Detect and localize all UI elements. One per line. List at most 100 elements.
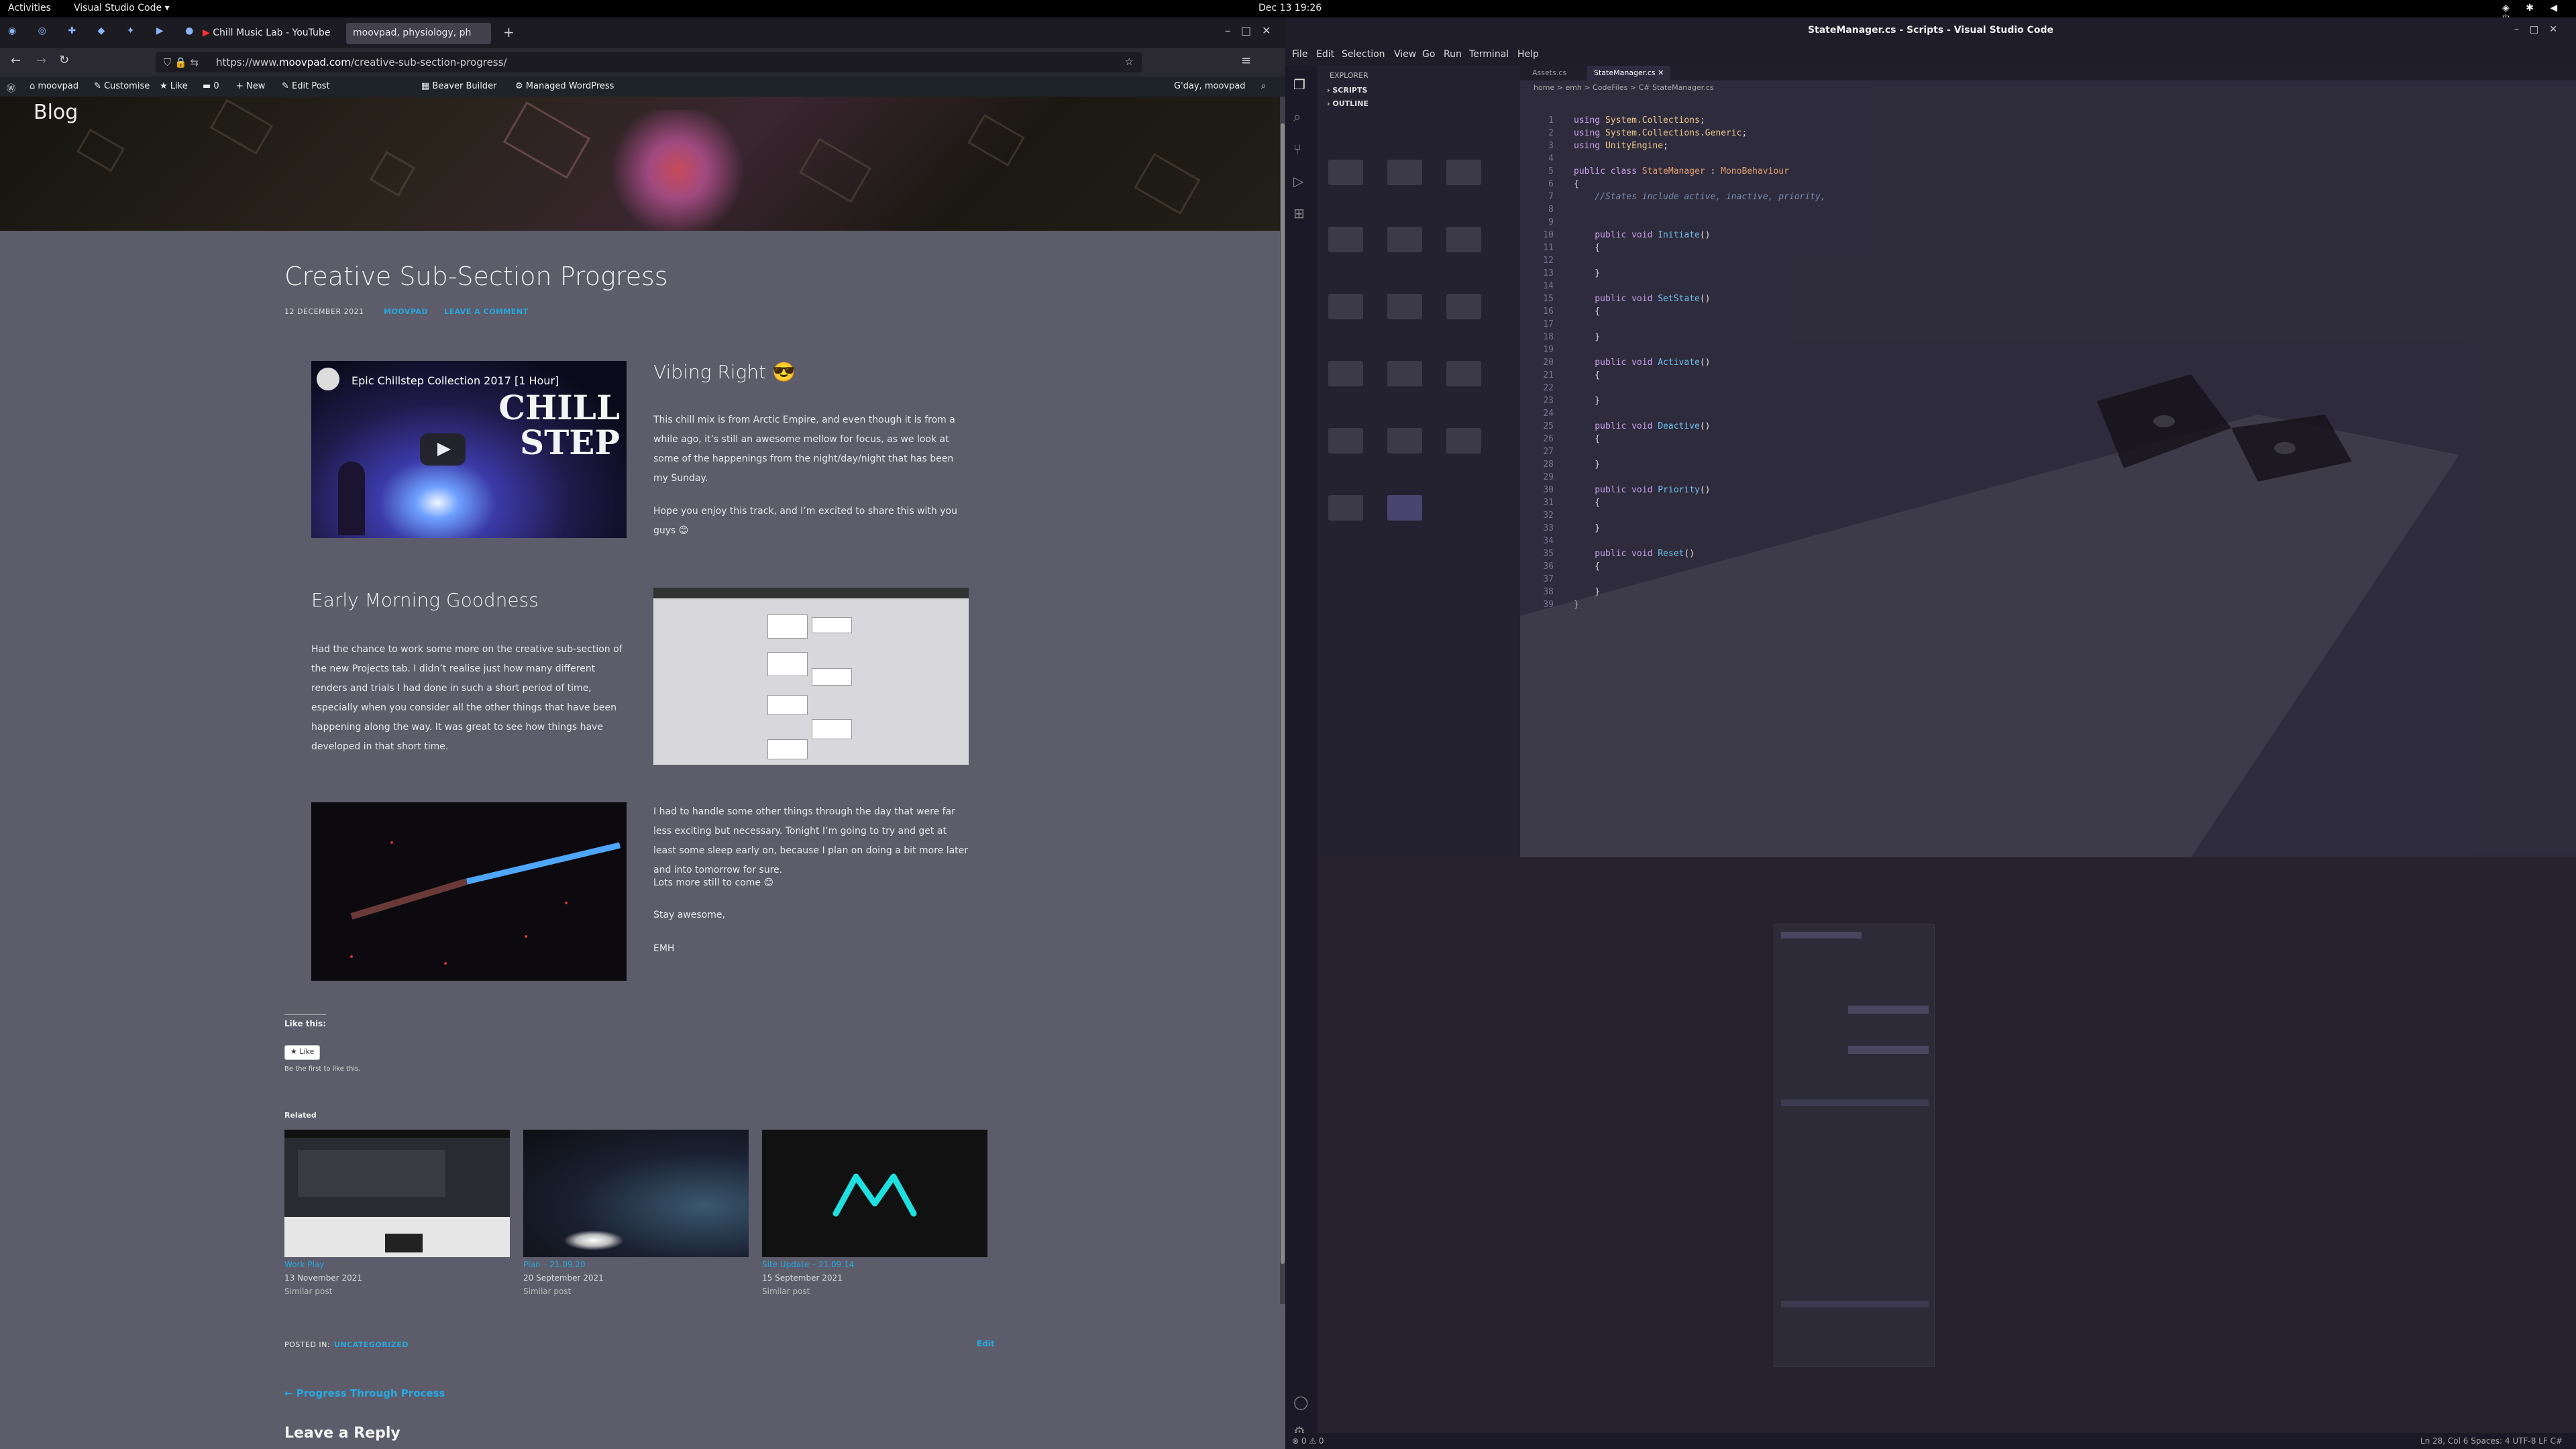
wordpress-admin-bar: Ⓦ ⌂ moovpad ✎ Customise ★ Like ▬ 0 + New…: [0, 76, 1285, 97]
post-content: Creative Sub-Section Progress 12 DECEMBE…: [0, 231, 1285, 1449]
wp-new-link[interactable]: + New: [236, 81, 265, 91]
related-sub-1: Similar post: [284, 1287, 333, 1296]
tab-label: moovpad, physiology, ph: [353, 28, 472, 38]
related-thumb-2[interactable]: [523, 1130, 749, 1257]
signature: EMH: [653, 943, 675, 954]
leave-comment-link[interactable]: LEAVE A COMMENT: [444, 307, 529, 316]
new-tab-button[interactable]: +: [503, 24, 515, 40]
url-bar[interactable]: ⛉ 🔒 ⇆ https://www.moovpad.com/creative-s…: [156, 52, 1142, 72]
explorer-panel: EXPLORER › SCRIPTS › OUTLINE: [1318, 66, 1520, 857]
posted-in-label: POSTED IN:: [284, 1340, 331, 1349]
back-icon[interactable]: ←: [11, 54, 21, 68]
lightsaber-render-image[interactable]: [311, 802, 627, 981]
menu-edit[interactable]: Edit: [1316, 49, 1334, 60]
wp-edit-post-link[interactable]: ✎ Edit Post: [282, 81, 330, 91]
bookmark-star-icon[interactable]: ☆: [1125, 56, 1134, 68]
post-title: Creative Sub-Section Progress: [284, 262, 668, 291]
run-debug-icon[interactable]: ▷: [1293, 173, 1303, 189]
source-control-icon[interactable]: ⑂: [1293, 141, 1301, 157]
browser-scrollbar[interactable]: [1280, 97, 1285, 1304]
clock[interactable]: Dec 13 19:26: [1258, 3, 1322, 13]
related-title-2[interactable]: Plan – 21.09.20: [523, 1260, 586, 1269]
code-editor[interactable]: Assets.cs StateManager.cs ✕ home > emh >…: [1520, 66, 2576, 857]
url-host: moovpad.com: [278, 56, 351, 68]
menu-file[interactable]: File: [1292, 49, 1307, 60]
section1-paragraph-2: Hope you enjoy this track, and I’m excit…: [653, 506, 957, 536]
blog-title[interactable]: Blog: [34, 101, 78, 124]
url-path: /creative-sub-section-progress/: [350, 56, 507, 68]
video-art-text: CHILL STEP: [498, 388, 620, 462]
related-date-1: 13 November 2021: [284, 1273, 362, 1283]
menu-go[interactable]: Go: [1422, 49, 1435, 60]
menu-run[interactable]: Run: [1444, 49, 1462, 60]
app-menu[interactable]: Visual Studio Code ▾: [74, 3, 170, 13]
wp-like-link[interactable]: ★ Like: [160, 81, 188, 91]
url-prefix: https://www.: [216, 56, 279, 68]
menu-selection[interactable]: Selection: [1342, 49, 1385, 60]
wordpress-icon[interactable]: Ⓦ: [7, 81, 15, 94]
astronaut-figure: [338, 462, 365, 535]
wp-managed-link[interactable]: ⚙ Managed WordPress: [515, 81, 614, 91]
play-button[interactable]: [420, 433, 466, 466]
menu-icon[interactable]: ≡: [1241, 54, 1251, 68]
site-header-banner: Blog: [0, 97, 1285, 231]
system-top-bar: Activities Visual Studio Code ▾ Dec 13 1…: [0, 0, 2576, 24]
scripts-section[interactable]: › SCRIPTS: [1327, 86, 1367, 95]
cursor-position-status[interactable]: Ln 28, Col 6 Spaces: 4 UTF-8 LF C#: [2420, 1436, 2563, 1446]
activities-button[interactable]: Activities: [8, 3, 51, 13]
wp-greeting[interactable]: G'day, moovpad: [1174, 81, 1246, 91]
section1-paragraph: This chill mix is from Arctic Empire, an…: [653, 415, 955, 484]
posted-in-category-link[interactable]: UNCATEGORIZED: [334, 1340, 409, 1349]
youtube-video-embed[interactable]: Epic Chillstep Collection 2017 [1 Hour] …: [311, 361, 627, 538]
vscode-window: StateManager.cs - Scripts - Visual Studi…: [1285, 17, 2576, 1449]
window-controls[interactable]: –□✕: [1225, 24, 1282, 37]
unity-inspector-panel: [1318, 857, 2576, 1448]
browser-nav-bar: ← → ↻ ⛉ 🔒 ⇆ https://www.moovpad.com/crea…: [0, 48, 1285, 76]
search-icon[interactable]: ⌕: [1293, 109, 1301, 125]
forward-icon[interactable]: →: [36, 54, 46, 68]
tab-youtube[interactable]: ▶ Chill Music Lab - YouTube: [196, 23, 338, 44]
wp-beaver-builder-link[interactable]: ▦ Beaver Builder: [421, 81, 496, 91]
related-thumb-1[interactable]: [284, 1130, 510, 1257]
vscode-menu-bar: File Edit Selection View Go Run Terminal…: [1285, 44, 2576, 66]
tab-moovpad[interactable]: moovpad, physiology, ph: [346, 23, 491, 44]
related-thumb-3[interactable]: [762, 1130, 987, 1257]
related-sub-2: Similar post: [523, 1287, 572, 1296]
vscode-title-bar: StateManager.cs - Scripts - Visual Studi…: [1285, 17, 2576, 44]
section-heading-vibing: Vibing Right 😎: [653, 361, 796, 383]
window-title: StateManager.cs - Scripts - Visual Studi…: [1807, 25, 2054, 36]
post-date: 12 DECEMBER 2021: [284, 307, 364, 316]
explorer-label: EXPLORER: [1330, 71, 1368, 80]
edit-link[interactable]: Edit: [977, 1339, 995, 1348]
related-title-1[interactable]: Work Play: [284, 1260, 324, 1269]
tab-label: Chill Music Lab - YouTube: [213, 28, 331, 38]
projects-tab-screenshot[interactable]: [653, 588, 969, 765]
problems-indicator[interactable]: ⊗ 0 ⚠ 0: [1292, 1436, 1324, 1446]
wp-site-link[interactable]: ⌂ moovpad: [30, 81, 78, 91]
wp-comments-link[interactable]: ▬ 0: [203, 81, 219, 91]
like-button[interactable]: ★ Like: [284, 1045, 321, 1060]
vscode-window-controls[interactable]: –□✕: [2514, 24, 2568, 35]
extensions-icon[interactable]: ⊞: [1293, 205, 1305, 221]
pinned-tabs-icons[interactable]: ◉ ◎ ✚ ◆ ✦ ▶ ●: [8, 25, 203, 36]
leave-reply-heading: Leave a Reply: [284, 1425, 400, 1442]
related-heading: Related: [284, 1111, 317, 1120]
menu-help[interactable]: Help: [1517, 49, 1539, 60]
render-svg: [350, 841, 621, 965]
explorer-icon[interactable]: ❐: [1293, 76, 1305, 93]
video-title[interactable]: Epic Chillstep Collection 2017 [1 Hour]: [352, 374, 559, 387]
wp-search-icon[interactable]: ⌕: [1261, 81, 1266, 91]
section3-paragraph: I had to handle some other things throug…: [653, 806, 969, 875]
menu-terminal[interactable]: Terminal: [1469, 49, 1509, 60]
related-title-3[interactable]: Site Update – 21.09.14: [762, 1260, 854, 1269]
account-icon[interactable]: ◯: [1293, 1394, 1308, 1410]
reload-icon[interactable]: ↻: [59, 53, 69, 67]
previous-post-link[interactable]: ← Progress Through Process: [284, 1387, 445, 1399]
wp-customise-link[interactable]: ✎ Customise: [94, 81, 150, 91]
section2-paragraph: Had the chance to work some more on the …: [311, 644, 623, 752]
related-sub-3: Similar post: [762, 1287, 810, 1296]
outline-section[interactable]: › OUTLINE: [1327, 99, 1368, 108]
shield-icon: ⛉ 🔒 ⇆: [164, 56, 199, 68]
menu-view[interactable]: View: [1394, 49, 1416, 60]
post-author-link[interactable]: MOOVPAD: [384, 307, 428, 316]
